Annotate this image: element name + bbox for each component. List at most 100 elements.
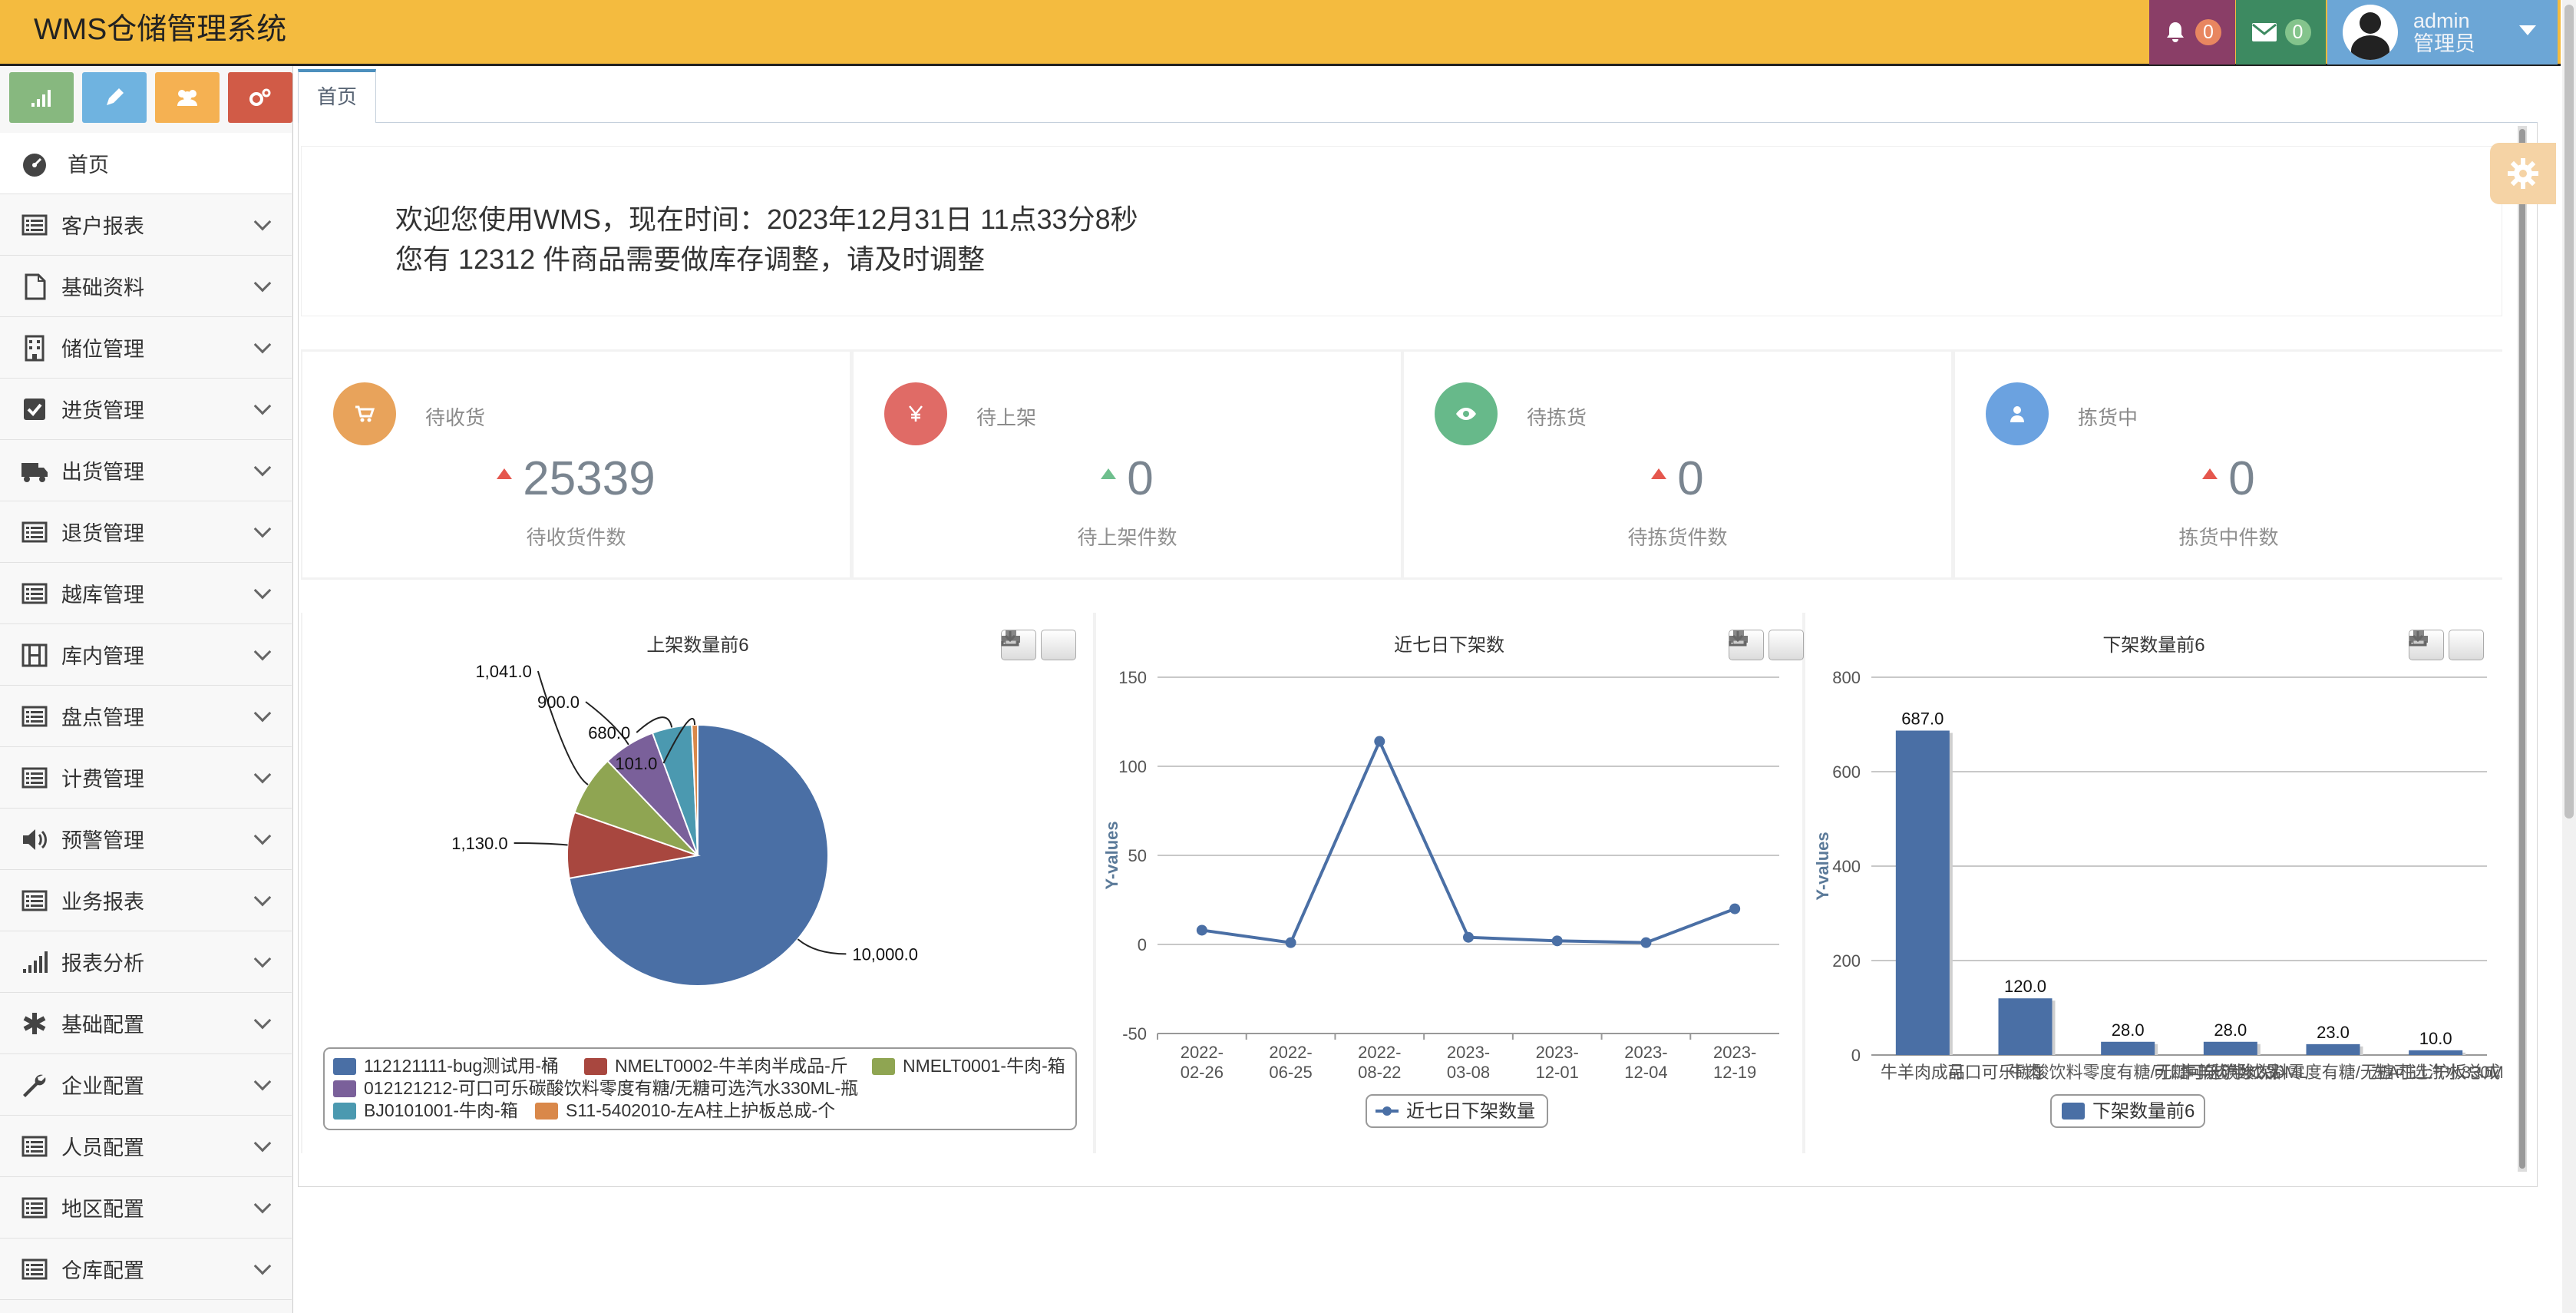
cogs-icon [249,88,271,106]
legend-swatch-marker [1382,1106,1392,1116]
shortcut-settings-button[interactable] [228,72,292,123]
chevron-down-icon [253,1196,272,1214]
stat-value: 25339 [523,452,656,505]
bar-chart: 下架数量前68006004002000Y-values687.0牛羊肉成品120… [1813,635,2502,1128]
sidebar-item-3[interactable]: 储位管理 [0,317,292,379]
settings-toggle-button[interactable] [2490,143,2556,204]
shortcut-stats-button[interactable] [9,72,74,123]
sidebar-item-6[interactable]: 退货管理 [0,501,292,563]
line-chart-panel: 近七日下架数 150 100 50 0 -50 Y-values 2022- 02-26 2022… [1096,613,1804,1153]
legend-entry: 012121212-可口可乐碳酸饮料零度有糖/无糖可选汽水330ML-瓶 [364,1078,858,1098]
line-point [1551,935,1563,947]
chevron-down-icon [253,213,272,231]
notifications-button[interactable]: 0 [2149,0,2235,64]
sidebar-item-label: 报表分析 [61,952,144,975]
page-scrollbar-thumb[interactable] [2564,5,2574,819]
legend-entry: BJ0101001-牛肉-箱 [364,1100,518,1120]
user-menu[interactable]: admin 管理员 [2327,0,2558,64]
chevron-down-icon [253,888,272,907]
sidebar-item-label: 进货管理 [61,399,144,422]
volume-icon [23,829,47,850]
welcome-panel: 欢迎您使用WMS，现在时间：2023年12月31日 11点33分8秒 您有 12… [301,146,2502,316]
chevron-down-icon [253,1134,272,1153]
sidebar-item-7[interactable]: 越库管理 [0,563,292,624]
stat-card-pending-pick: 待拣货 0 待拣货件数 [1404,352,1951,577]
legend-entry: NMELT0002-牛羊肉半成品-斤 [615,1056,848,1076]
sidebar-item-label: 计费管理 [61,768,144,791]
shortcut-buttons [9,72,292,123]
sidebar-item-9[interactable]: 盘点管理 [0,686,292,747]
legend-swatch [584,1058,607,1075]
stat-value: 0 [1127,452,1154,505]
y-tick-label: 100 [1118,757,1147,776]
pie-data-label: 680.0 [588,723,630,742]
sidebar-item-14[interactable]: 基础配置 [0,993,292,1054]
sidebar-item-label: 企业配置 [61,1075,144,1098]
welcome-stock-text: 您有 12312 件商品需要做库存调整，请及时调整 [395,243,986,275]
sidebar-item-8[interactable]: 库内管理 [0,624,292,686]
y-tick-label: 200 [1832,951,1861,971]
list-icon [21,706,48,727]
tab-home[interactable]: 首页 [298,69,376,124]
caret-up-icon [1101,468,1117,479]
legend-entry: 近七日下架数量 [1406,1101,1535,1122]
sidebar-item-5[interactable]: 出货管理 [0,440,292,501]
line-point [1196,924,1207,936]
stat-icon-circle [1435,382,1498,445]
sidebar-item-10[interactable]: 计费管理 [0,747,292,809]
signal-icon [31,90,51,107]
sidebar-item-label: 越库管理 [61,584,144,607]
chevron-down-icon [253,1011,272,1030]
line-series [1201,737,1735,944]
download-button[interactable] [2409,630,2484,660]
pie-chart: 上架数量前6 10,000.0 1,130.0 1,041.0 900.0 680.0 10… [323,635,1077,1130]
messages-button[interactable]: 0 [2236,0,2326,64]
chevron-down-icon [253,643,272,661]
stat-value: 0 [1677,452,1704,505]
asterisk-icon [23,1013,46,1034]
sidebar-item-12[interactable]: 业务报表 [0,870,292,931]
content-scrollbar-thumb[interactable] [2519,129,2525,1169]
sidebar-item-label: 基础配置 [61,1014,144,1037]
download-button[interactable] [1001,630,1076,660]
sidebar-item-18[interactable]: 仓库配置 [0,1239,292,1300]
bar [2409,1050,2463,1055]
sidebar-item-1[interactable]: 客户报表 [0,194,292,256]
chevron-down-icon [253,336,272,354]
legend-swatch [333,1080,356,1097]
sidebar-item-11[interactable]: 预警管理 [0,809,292,870]
x-tick-label: 2023- [1624,1043,1667,1062]
shortcut-edit-button[interactable] [82,72,147,123]
user-icon [2010,406,2024,422]
chevron-down-icon [253,827,272,845]
bar-chart-panel: 下架数量前6 800 600 400 200 0 Y-values 687.0 牛羊肉成品 120… [1805,613,2502,1153]
sidebar-item-home[interactable]: 首页 [0,133,292,194]
x-tick-label: 2022- [1181,1043,1224,1062]
list-icon [21,890,48,911]
legend-entry: NMELT0001-牛肉-箱 [903,1056,1065,1076]
sidebar-item-2[interactable]: 基础资料 [0,256,292,317]
line-chart: 近七日下架数150100500-50Y-values2022-02-262022… [1102,635,1779,1128]
sidebar-item-15[interactable]: 企业配置 [0,1054,292,1116]
check-square-icon [24,399,45,420]
gear-icon [2508,158,2538,189]
sidebar-item-13[interactable]: 报表分析 [0,931,292,993]
chevron-down-icon [253,458,272,477]
download-button[interactable] [1729,630,1804,660]
shortcut-users-button[interactable] [155,72,220,123]
stat-subtitle: 拣货中件数 [2178,526,2279,549]
line-point [1463,931,1474,943]
sidebar-item-label: 退货管理 [61,522,144,545]
sidebar-item-4[interactable]: 进货管理 [0,379,292,440]
list-icon [21,1136,48,1157]
sidebar-item-16[interactable]: 人员配置 [0,1116,292,1177]
y-tick-label: 600 [1832,762,1861,782]
film-icon [21,643,48,667]
sidebar-menu: 首页客户报表基础资料 储位管理进货管理出货管理退货管理越库管理库内管理 盘点管理计费… [0,133,292,1300]
file-icon [25,273,46,300]
cart-icon [355,405,375,422]
sidebar-item-17[interactable]: 地区配置 [0,1177,292,1239]
sidebar-item-label: 客户报表 [61,215,144,238]
stat-card-picking: 拣货中 0 拣货中件数 [1955,352,2502,577]
bar [1998,998,2053,1055]
